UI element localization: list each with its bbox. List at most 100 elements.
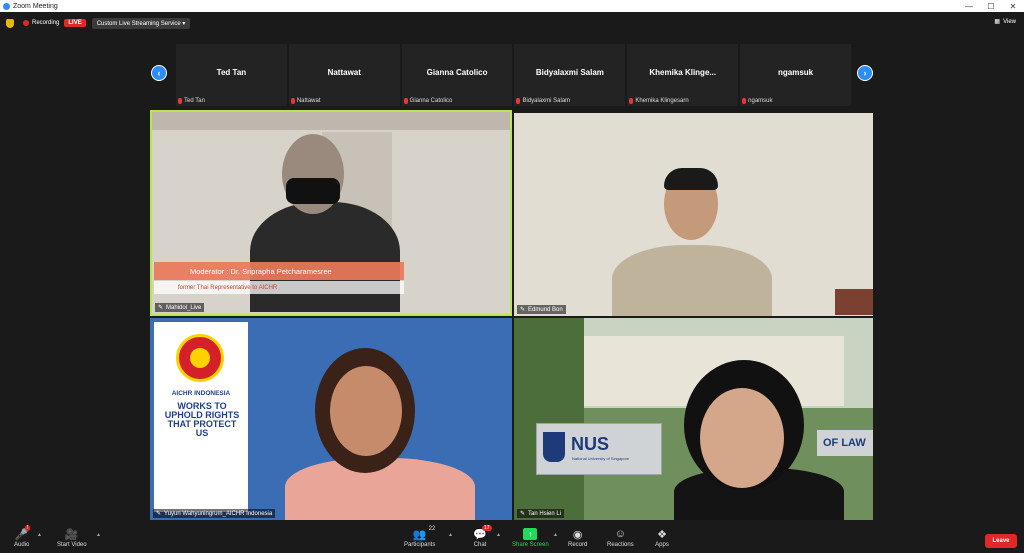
poster-slogan: WORKS TO UPHOLD RIGHTS THAT PROTECT US	[164, 401, 240, 438]
face-mask	[286, 178, 340, 204]
view-button[interactable]: ▦ View	[994, 18, 1016, 26]
leave-button[interactable]: Leave	[985, 534, 1017, 548]
reactions-button[interactable]: ☺ Reactions	[607, 528, 634, 548]
participant-thumb[interactable]: Ted Tan Ted Tan	[176, 44, 287, 106]
participant-label: Bidyalaxmi Salam	[516, 98, 570, 104]
maximize-icon[interactable]: ☐	[980, 0, 1002, 12]
mic-muted-icon	[516, 98, 521, 104]
participants-options-caret-icon[interactable]: ▲	[448, 532, 453, 538]
recording-label: Recording	[32, 20, 60, 26]
chat-button[interactable]: 💬 17 Chat	[473, 525, 492, 548]
participant-label: Ted Tan	[178, 98, 205, 104]
chat-bubble-icon: 💬 17	[473, 525, 492, 541]
mic-muted-icon	[742, 98, 747, 104]
record-button[interactable]: ◉ Record	[568, 528, 588, 549]
aichr-poster: AICHR INDONESIA WORKS TO UPHOLD RIGHTS T…	[154, 322, 248, 512]
pin-icon: ✎	[158, 305, 164, 311]
participant-thumb[interactable]: Nattawat Nattawat	[288, 44, 400, 106]
video-tile-label: ✎ Tan Hsien Li	[517, 509, 565, 518]
share-screen-button[interactable]: ↑ Share Screen	[512, 528, 549, 548]
window-title: Zoom Meeting	[13, 2, 58, 10]
stream-service-dropdown[interactable]: Custom Live Streaming Service ▾	[91, 17, 191, 29]
grid-view-icon: ▦	[994, 19, 1001, 25]
moderator-subtitle: former Thai Representative to AICHR	[154, 281, 404, 294]
audio-button[interactable]: 🎤! Audio	[14, 525, 31, 548]
participant-thumb[interactable]: Gianna Catolico Gianna Catolico	[401, 44, 513, 106]
nus-subtext: National University of Singapore	[572, 456, 630, 461]
moderator-banner: Moderator : Dr. Sriprapha Petcharamesree	[154, 262, 404, 280]
video-tile-label: ✎ Mahidol_Live	[155, 303, 205, 312]
strip-next-arrow-icon[interactable]: ›	[857, 65, 873, 81]
minimize-icon[interactable]: —	[958, 0, 980, 12]
speaker-hair	[664, 168, 718, 190]
audio-label: Audio	[14, 542, 30, 548]
participant-name: Bidyalaxmi Salam	[535, 68, 604, 77]
chat-label: Chat	[473, 542, 487, 548]
participants-count: 22	[428, 526, 436, 532]
meeting-toolbar: 🎤! Audio ▲ 🎥 Start Video ▲ 👥 22 Participa…	[0, 525, 1024, 553]
mic-muted-icon	[290, 98, 295, 104]
record-label: Record	[568, 542, 588, 548]
room-ceiling	[152, 112, 510, 130]
audio-options-caret-icon[interactable]: ▲	[37, 532, 42, 538]
close-icon[interactable]: ✕	[1002, 0, 1024, 12]
participant-label: ngamsuk	[742, 98, 773, 104]
apps-icon: ❖	[657, 528, 667, 541]
participant-name: Khemika Klinge...	[649, 68, 717, 77]
participant-label-text: ngamsuk	[748, 98, 773, 104]
video-tile-label: ✎ Yuyun Wahyuningrum_AICHR Indonesia	[153, 509, 276, 518]
live-badge[interactable]: LIVE	[64, 19, 86, 27]
mic-muted-icon	[178, 98, 182, 104]
share-options-caret-icon[interactable]: ▲	[553, 532, 558, 538]
video-tile[interactable]: AICHR INDONESIA WORKS TO UPHOLD RIGHTS T…	[150, 318, 512, 520]
apps-button[interactable]: ❖ Apps	[655, 528, 669, 549]
participant-label: Khemika Klingesarn	[629, 98, 689, 104]
video-tile[interactable]: NUS National University of Singapore OF …	[514, 318, 873, 520]
participants-icon: 👥 22	[412, 526, 436, 541]
participant-thumb[interactable]: Khemika Klinge... Khemika Klingesarn	[627, 44, 739, 106]
apps-label: Apps	[655, 542, 669, 548]
video-tile[interactable]: ✎ Edmund Bon	[514, 113, 873, 316]
mic-muted-icon	[629, 98, 634, 104]
video-camera-icon: 🎥	[64, 528, 79, 541]
share-screen-label: Share Screen	[512, 542, 549, 548]
participant-thumb[interactable]: Bidyalaxmi Salam Bidyalaxmi Salam	[514, 44, 626, 106]
participants-button[interactable]: 👥 22 Participants	[404, 526, 436, 548]
participant-label-text: Gianna Catolico	[409, 98, 453, 104]
participants-label: Participants	[404, 542, 436, 548]
participant-label: Gianna Catolico	[403, 98, 453, 104]
stream-service-label: Custom Live Streaming Service	[96, 20, 181, 27]
palm-trees	[514, 318, 584, 520]
microphone-icon: 🎤!	[14, 525, 31, 541]
security-shield-icon[interactable]	[6, 18, 14, 28]
meeting-topbar: Recording LIVE Custom Live Streaming Ser…	[0, 12, 1024, 34]
tile-name: Tan Hsien Li	[528, 510, 562, 517]
chair	[835, 289, 873, 315]
share-screen-icon: ↑	[523, 528, 538, 540]
start-video-button[interactable]: 🎥 Start Video	[57, 528, 87, 549]
participant-label-text: Nattawat	[296, 98, 321, 104]
video-tile-active-speaker[interactable]: Moderator : Dr. Sriprapha Petcharamesree…	[150, 110, 512, 316]
asean-logo-icon	[176, 334, 224, 382]
participant-label-text: Bidyalaxmi Salam	[522, 98, 571, 104]
participant-strip: Ted Tan Ted Tan Nattawat Nattawat Gianna C…	[176, 44, 851, 106]
law-sign: OF LAW	[817, 430, 873, 456]
recording-icon	[23, 20, 29, 26]
strip-prev-arrow-icon[interactable]: ‹	[151, 65, 167, 81]
nus-text: NUS	[571, 434, 610, 454]
video-options-caret-icon[interactable]: ▲	[96, 532, 101, 538]
chat-options-caret-icon[interactable]: ▲	[496, 532, 501, 538]
pin-icon: ✎	[520, 307, 526, 313]
participant-label: Nattawat	[290, 98, 321, 104]
speaker-face	[700, 388, 784, 488]
zoom-app-icon	[3, 2, 10, 10]
speaker-body	[612, 245, 772, 316]
reactions-label: Reactions	[607, 542, 634, 548]
video-tile-label: ✎ Edmund Bon	[517, 305, 566, 314]
poster-title: AICHR INDONESIA	[171, 390, 231, 397]
record-icon: ◉	[572, 528, 583, 541]
participant-thumb[interactable]: ngamsuk ngamsuk	[740, 44, 851, 106]
participant-name: ngamsuk	[777, 68, 814, 77]
participant-name: Ted Tan	[216, 68, 247, 77]
participant-label-text: Ted Tan	[184, 98, 205, 104]
